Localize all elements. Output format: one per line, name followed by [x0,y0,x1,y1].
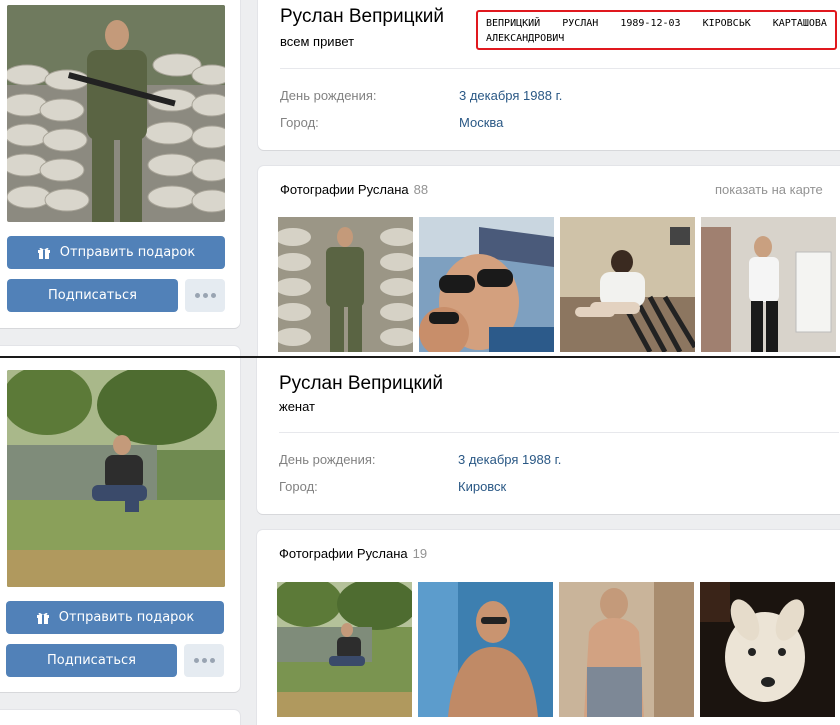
photo-thumbnail[interactable] [560,217,695,352]
highlighted-annotation: ВЕПРИЦКИЙ РУСЛАН 1989-12-03 КІРОВСЬК КАР… [476,10,837,50]
subscribe-button[interactable]: Подписаться [7,279,178,312]
photos-title: Фотографии Руслана [280,182,409,197]
send-gift-button[interactable]: Отправить подарок [7,236,225,269]
city-value[interactable]: Кировск [458,479,506,494]
photos-header[interactable]: Фотографии Руслана 19 [279,546,427,561]
more-actions-button[interactable] [184,644,224,677]
profile-screenshot-2: Отправить подарок Подписаться Руслан Веп… [0,358,840,725]
birthday-value[interactable]: 3 декабря 1988 г. [459,88,562,103]
annotation-city: КІРОВСЬК [702,18,751,29]
subscribe-label: Подписаться [47,653,136,668]
gift-icon [37,246,51,259]
city-label: Город: [279,479,318,494]
more-dots-icon [194,293,200,298]
profile-avatar[interactable] [7,5,225,222]
annotation-patronymic: АЛЕКСАНДРОВИЧ [486,33,565,44]
profile-screenshot-1: Отправить подарок Подписаться Руслан Веп… [0,0,840,357]
more-dot [201,658,207,663]
send-gift-label: Отправить подарок [59,245,196,260]
more-dots-icon [193,658,199,663]
avatar-card: Отправить подарок Подписаться [0,0,240,328]
profile-info-card: Руслан Веприцкий женат День рождения: 3 … [257,358,840,514]
more-actions-button[interactable] [185,279,225,312]
send-gift-button[interactable]: Отправить подарок [6,601,224,634]
annotation-firstname: РУСЛАН [562,18,599,29]
profile-name: Руслан Веприцкий [280,6,445,27]
city-label: Город: [280,115,319,130]
photos-count: 88 [413,182,429,197]
subscribe-label: Подписаться [48,288,137,303]
subscribe-button[interactable]: Подписаться [6,644,177,677]
annotation-surname: ВЕПРИЦКИЙ [486,18,541,29]
birthday-value[interactable]: 3 декабря 1988 г. [458,452,561,467]
photo-thumbnail[interactable] [277,582,412,717]
more-dot [202,293,208,298]
photo-thumbnail[interactable] [700,582,835,717]
profile-name: Руслан Веприцкий [279,373,444,394]
photo-thumbnail[interactable] [419,217,554,352]
profile-avatar[interactable] [7,370,225,587]
profile-status: всем привет [280,34,355,49]
info-separator [279,432,839,433]
photo-thumbnail[interactable] [418,582,553,717]
photo-thumbnail[interactable] [278,217,413,352]
avatar-card-bottom [0,710,240,725]
info-separator [280,68,840,69]
photo-thumbnail[interactable] [701,217,836,352]
photos-header[interactable]: Фотографии Руслана 88 [280,182,428,197]
avatar-card: Отправить подарок Подписаться [0,358,240,692]
profile-status: женат [279,399,316,414]
birthday-label: День рождения: [280,88,377,103]
annotation-street: КАРТАШОВА [772,18,827,29]
more-dot [209,658,215,663]
photos-title: Фотографии Руслана [279,546,408,561]
city-value[interactable]: Москва [459,115,503,130]
photo-thumbnail[interactable] [559,582,694,717]
photos-card: Фотографии Руслана 19 [257,530,840,725]
send-gift-label: Отправить подарок [58,610,195,625]
gift-icon [36,611,50,624]
more-dot [210,293,216,298]
photos-count: 19 [412,546,428,561]
photos-card: Фотографии Руслана 88 показать на карте [258,166,840,357]
birthday-label: День рождения: [279,452,376,467]
show-on-map-link[interactable]: показать на карте [715,182,823,197]
annotation-date: 1989-12-03 [620,18,681,29]
